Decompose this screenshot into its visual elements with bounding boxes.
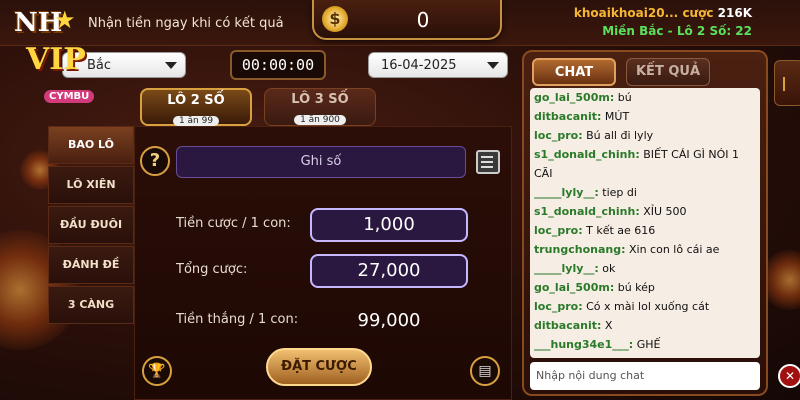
chat-message: ditbacanit: X	[530, 316, 760, 335]
chat-message-list[interactable]: go_lai_500m: bú ditbacanit: MÚT loc_pro: B…	[530, 88, 760, 358]
brand-logo: NH ★ VIP CYMBU	[10, 6, 100, 116]
menu-item-danh-de[interactable]: ĐÁNH ĐỀ	[48, 246, 134, 284]
chat-text: Có x mài lol xuống cát	[582, 300, 710, 313]
chat-text: bú	[614, 91, 632, 104]
chat-message: _____lyly__: ok	[530, 259, 760, 278]
close-button[interactable]: ✕	[778, 364, 800, 388]
question-icon: ?	[149, 150, 161, 171]
user-info: khoaikhoai20... cược 216K Miền Bắc - Lô …	[574, 4, 752, 40]
edit-note-icon[interactable]	[476, 150, 500, 174]
total-bet-label: Tổng cược:	[176, 262, 248, 277]
bet-per-label: Tiền cược / 1 con:	[176, 216, 291, 231]
win-per-value: 99,000	[357, 310, 421, 331]
tab-chat[interactable]: CHAT	[532, 58, 616, 86]
balance-value: 0	[416, 8, 430, 32]
logo-badge: CYMBU	[44, 90, 95, 103]
tab-lo-3-so[interactable]: LÔ 3 SỐ 1 ăn 900	[264, 88, 376, 126]
chat-message: go_lai_500m: bú	[530, 88, 760, 107]
chat-username: _____lyly__:	[534, 262, 599, 275]
menu-item-dau-duoi[interactable]: ĐẦU ĐUÔI	[48, 206, 134, 244]
chat-text: bú kép	[614, 281, 655, 294]
bet-label: cược	[682, 6, 714, 20]
tab-odds: 1 ăn 900	[294, 115, 346, 125]
chat-text: MÚT	[601, 110, 630, 123]
chat-username: ditbacanit:	[534, 110, 602, 123]
chat-username: loc_pro:	[534, 300, 583, 313]
number-note-input[interactable]: Ghi số	[176, 146, 466, 178]
chat-username: loc_pro:	[534, 224, 583, 237]
chat-username: s1_donald_chinh:	[534, 148, 640, 161]
chat-message: s1_donald_chinh: XỈU 500	[530, 202, 760, 221]
help-button[interactable]: ?	[140, 146, 170, 176]
chat-text: Bú all đi lyly	[582, 129, 654, 142]
balance-display: $ 0	[312, 0, 502, 40]
total-bet-value: 27,000	[310, 254, 468, 288]
chat-message: _____lyly__: tiep di	[530, 183, 760, 202]
bet-amount: 216K	[717, 6, 752, 20]
chat-panel: CHAT KẾT QUẢ go_lai_500m: bú ditbacanit: …	[522, 50, 768, 396]
chat-message: loc_pro: Có x mài lol xuống cát	[530, 297, 760, 316]
bet-type-menu: BAO LÔ LÔ XIÊN ĐẦU ĐUÔI ĐÁNH ĐỀ 3 CÀNG	[48, 126, 134, 326]
chat-username: ditbacanit:	[534, 319, 602, 332]
dollar-coin-icon: $	[322, 6, 348, 32]
menu-item-3-cang[interactable]: 3 CÀNG	[48, 286, 134, 324]
tab-odds: 1 ăn 99	[172, 116, 220, 126]
chat-text: tiep di	[598, 186, 637, 199]
tab-results[interactable]: KẾT QUẢ	[626, 58, 710, 86]
game-screen: Nhận tiền ngay khi có kết quả $ 0 khoaik…	[0, 0, 800, 400]
chat-username: trungchonang:	[534, 243, 626, 256]
receipt-icon: ▤	[478, 363, 492, 379]
menu-item-bao-lo[interactable]: BAO LÔ	[48, 126, 134, 164]
menu-item-lo-xien[interactable]: LÔ XIÊN	[48, 166, 134, 204]
chat-message: s1_donald_chinh: BIẾT CÁI GÌ NÓI 1 CÃI	[530, 145, 760, 183]
chat-message: ditbacanit: MÚT	[530, 107, 760, 126]
marquee-text: Nhận tiền ngay khi có kết quả	[88, 16, 284, 31]
tab-title: LÔ 2 SỐ	[167, 93, 225, 108]
logo-text-main: VIP	[26, 42, 86, 77]
chat-message: loc_pro: Bú all đi lyly	[530, 126, 760, 145]
chat-username: ___hung34e1___:	[534, 338, 634, 351]
chat-text: Xin con lô cái ae	[625, 243, 720, 256]
chat-message: ___hung34e1___: GHẾ	[530, 335, 760, 354]
top-bar: Nhận tiền ngay khi có kết quả $ 0 khoaik…	[0, 0, 800, 46]
chat-username: loc_pro:	[534, 129, 583, 142]
date-select[interactable]: 16-04-2025	[368, 52, 508, 78]
chat-text: GHẾ	[633, 338, 661, 351]
chat-message: go_lai_500m: bú kép	[530, 278, 760, 297]
chat-text: XỈU 500	[639, 205, 687, 218]
history-button[interactable]: ▤	[470, 356, 500, 386]
chat-message: trungchonang: Xin con lô cái ae	[530, 240, 760, 259]
tab-lo-2-so[interactable]: LÔ 2 SỐ 1 ăn 99	[140, 88, 252, 126]
trophy-icon: 🏆	[148, 363, 166, 379]
place-bet-button[interactable]: ĐẶT CƯỢC	[266, 348, 372, 386]
chat-username: go_lai_500m:	[534, 281, 615, 294]
side-panel-handle[interactable]	[774, 60, 800, 106]
chat-text: ok	[598, 262, 616, 275]
chat-text: X	[601, 319, 613, 332]
user-name: khoaikhoai20...	[573, 6, 679, 20]
countdown-timer: 00:00:00	[230, 50, 326, 80]
win-per-label: Tiền thắng / 1 con:	[176, 312, 299, 327]
bet-per-input[interactable]: 1,000	[310, 208, 468, 242]
bet-summary: Miền Bắc - Lô 2 Số: 22	[602, 24, 752, 38]
star-icon: ★	[54, 6, 76, 34]
tab-title: LÔ 3 SỐ	[291, 92, 349, 107]
chevron-down-icon	[487, 62, 499, 69]
chat-message: loc_pro: T kết ae 616	[530, 221, 760, 240]
trophy-button[interactable]: 🏆	[142, 356, 172, 386]
chat-username: s1_donald_chinh:	[534, 205, 640, 218]
close-icon: ✕	[784, 369, 796, 383]
date-select-value: 16-04-2025	[381, 58, 457, 73]
chevron-down-icon	[165, 62, 177, 69]
chat-username: _____lyly__:	[534, 186, 599, 199]
chat-input[interactable]: Nhập nội dung chat	[530, 362, 760, 390]
chat-text: T kết ae 616	[582, 224, 656, 237]
chat-username: go_lai_500m:	[534, 91, 615, 104]
